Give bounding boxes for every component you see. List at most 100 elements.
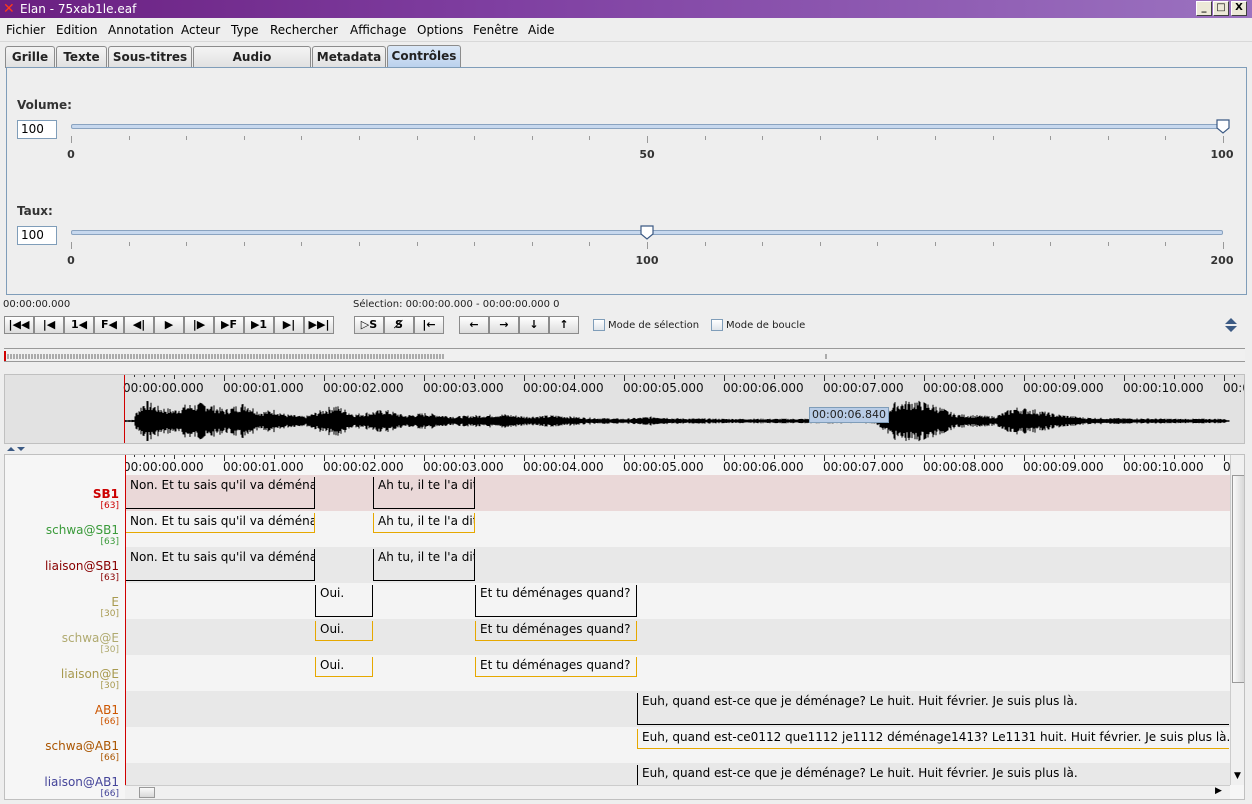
tier-label[interactable]: liaison@AB1 — [5, 775, 119, 789]
loop-mode-toggle[interactable]: Mode de boucle — [711, 319, 805, 333]
player-button-4[interactable]: ◀| — [124, 316, 154, 334]
horizontal-scrollbar-thumb[interactable] — [139, 787, 155, 798]
panel-splitter[interactable] — [0, 444, 1252, 454]
nav-button-0[interactable]: ← — [459, 316, 489, 334]
tab-controles[interactable]: Contrôles — [387, 45, 461, 69]
player-button-0[interactable]: |◀◀ — [4, 316, 34, 334]
selection-mode-toggle[interactable]: Mode de sélection — [593, 319, 699, 333]
annotation[interactable]: Oui. — [315, 585, 373, 617]
splitter-arrows-icon[interactable] — [6, 445, 26, 453]
tab-sous-titres[interactable]: Sous-titres — [108, 46, 192, 68]
player-button-5[interactable]: ▶ — [154, 316, 184, 334]
tab-audio-recognizer[interactable]: Audio Recognizer — [193, 46, 311, 84]
player-button-9[interactable]: ▶| — [274, 316, 304, 334]
expand-collapse-icon[interactable] — [1224, 317, 1238, 333]
menu-options[interactable]: Options — [417, 23, 463, 37]
vertical-scrollbar[interactable]: ▼ — [1230, 455, 1244, 785]
tier-row[interactable]: Oui. Et tu déménages quand? — [125, 619, 1230, 655]
tier-row[interactable]: Non. Et tu sais qu'il va déménager Ah tu,… — [125, 547, 1230, 583]
annotation[interactable]: Ah tu, il te l'a dit. — [373, 513, 475, 533]
volume-tick-100: 100 — [1210, 148, 1234, 161]
tab-grille[interactable]: Grille — [5, 46, 55, 68]
vertical-scrollbar-thumb[interactable] — [1232, 475, 1244, 683]
waveform-viewer[interactable]: 00:00:00.000 00:00:01.000 00:00:02.000 00:0… — [4, 374, 1245, 444]
tab-texte[interactable]: Texte — [56, 46, 107, 68]
player-button-8[interactable]: ▶1 — [244, 316, 274, 334]
annotation[interactable]: Et tu déménages quand? — [475, 585, 637, 617]
annotation[interactable]: Ah tu, il te l'a dit. — [373, 477, 475, 509]
tier-label[interactable]: liaison@E — [5, 667, 119, 681]
tier-label[interactable]: SB1 — [5, 487, 119, 501]
annotation[interactable]: Non. Et tu sais qu'il va déménager — [125, 477, 315, 509]
scroll-right-icon[interactable]: ▶ — [1215, 786, 1222, 796]
tier-label[interactable]: schwa@SB1 — [5, 523, 119, 537]
volume-field[interactable]: 100 — [17, 120, 57, 139]
menu-acteur[interactable]: Acteur — [181, 23, 220, 37]
rate-field[interactable]: 100 — [17, 226, 57, 245]
tier-row[interactable]: Euh, quand est-ce que je déménage? Le hu… — [125, 763, 1230, 785]
maximize-button[interactable]: □ — [1213, 1, 1229, 16]
player-button-3[interactable]: F◀ — [94, 316, 124, 334]
tier-label[interactable]: schwa@AB1 — [5, 739, 119, 753]
annotation[interactable]: Non. Et tu sais qu'il va déménager — [125, 513, 315, 533]
controls-panel: Volume: 100 0 50 100 Taux: 100 0 100 200 — [6, 67, 1247, 295]
timeline-ruler-tick — [574, 455, 575, 459]
loop-mode-checkbox[interactable] — [711, 319, 723, 331]
menu-affichage[interactable]: Affichage — [350, 23, 406, 37]
tier-row[interactable]: Euh, quand est-ce0112 que1112 je1112 dém… — [125, 727, 1230, 763]
annotation[interactable]: Euh, quand est-ce que je déménage? Le hu… — [637, 765, 1229, 785]
tier-area[interactable]: 00:00:00.000 00:00:01.000 00:00:02.000 00:0… — [125, 455, 1230, 785]
rate-slider-thumb[interactable] — [640, 225, 654, 240]
menu-annotation[interactable]: Annotation — [108, 23, 174, 37]
player-button-7[interactable]: ▶F — [214, 316, 244, 334]
timeline-ruler-tick — [714, 455, 715, 457]
selection-button-2[interactable]: |← — [414, 316, 444, 334]
menu-type[interactable]: Type — [231, 23, 259, 37]
annotation[interactable]: Non. Et tu sais qu'il va déménager — [125, 549, 315, 581]
volume-slider[interactable] — [71, 124, 1223, 129]
annotation[interactable]: Et tu déménages quand? — [475, 657, 637, 677]
player-button-2[interactable]: 1◀ — [64, 316, 94, 334]
selection-button-0[interactable]: ▷S — [354, 316, 384, 334]
tier-row[interactable]: Oui. Et tu déménages quand? — [125, 655, 1230, 691]
menu-fenetre[interactable]: Fenêtre — [473, 23, 518, 37]
tier-label[interactable]: AB1 — [5, 703, 119, 717]
slider-tick — [992, 242, 994, 246]
tier-row[interactable]: Oui. Et tu déménages quand? — [125, 583, 1230, 619]
minimize-button[interactable]: _ — [1196, 1, 1212, 16]
selection-mode-checkbox[interactable] — [593, 319, 605, 331]
volume-slider-thumb[interactable] — [1216, 119, 1230, 134]
annotation[interactable]: Euh, quand est-ce0112 que1112 je1112 dém… — [637, 729, 1229, 749]
annotation[interactable]: Oui. — [315, 657, 373, 677]
timeline-ruler-tick — [604, 455, 605, 457]
nav-button-1[interactable]: → — [489, 316, 519, 334]
close-button[interactable]: X — [1231, 1, 1247, 16]
nav-button-2[interactable]: ↓ — [519, 316, 549, 334]
menu-fichier[interactable]: Fichier — [6, 23, 45, 37]
timeline-overview[interactable] — [4, 348, 1245, 362]
selection-button-1[interactable]: S̸ — [384, 316, 414, 334]
annotation[interactable]: Euh, quand est-ce que je déménage? Le hu… — [637, 693, 1229, 725]
timeline-ruler-tick — [594, 455, 595, 457]
tier-row[interactable]: Non. Et tu sais qu'il va déménager Ah tu,… — [125, 475, 1230, 511]
nav-button-3[interactable]: ↑ — [549, 316, 579, 334]
tier-row[interactable]: Non. Et tu sais qu'il va déménager Ah tu,… — [125, 511, 1230, 547]
player-button-10[interactable]: ▶▶| — [304, 316, 334, 334]
annotation[interactable]: Ah tu, il te l'a dit. — [373, 549, 475, 581]
player-button-6[interactable]: |▶ — [184, 316, 214, 334]
horizontal-scrollbar[interactable]: ▶ — [125, 785, 1230, 799]
elan-app-icon: ✕ — [3, 1, 15, 17]
menu-rechercher[interactable]: Rechercher — [270, 23, 338, 37]
annotation[interactable]: Oui. — [315, 621, 373, 641]
player-button-1[interactable]: |◀ — [34, 316, 64, 334]
annotation[interactable]: Et tu déménages quand? — [475, 621, 637, 641]
tier-label[interactable]: schwa@E — [5, 631, 119, 645]
menu-edition[interactable]: Edition — [56, 23, 98, 37]
rate-tick-100: 100 — [635, 254, 659, 267]
tier-label[interactable]: liaison@SB1 — [5, 559, 119, 573]
tab-metadata[interactable]: Metadata — [312, 46, 386, 68]
tier-label[interactable]: E — [5, 595, 119, 609]
scroll-down-icon[interactable]: ▼ — [1234, 771, 1241, 781]
menu-aide[interactable]: Aide — [528, 23, 555, 37]
tier-row[interactable]: Euh, quand est-ce que je déménage? Le hu… — [125, 691, 1230, 727]
